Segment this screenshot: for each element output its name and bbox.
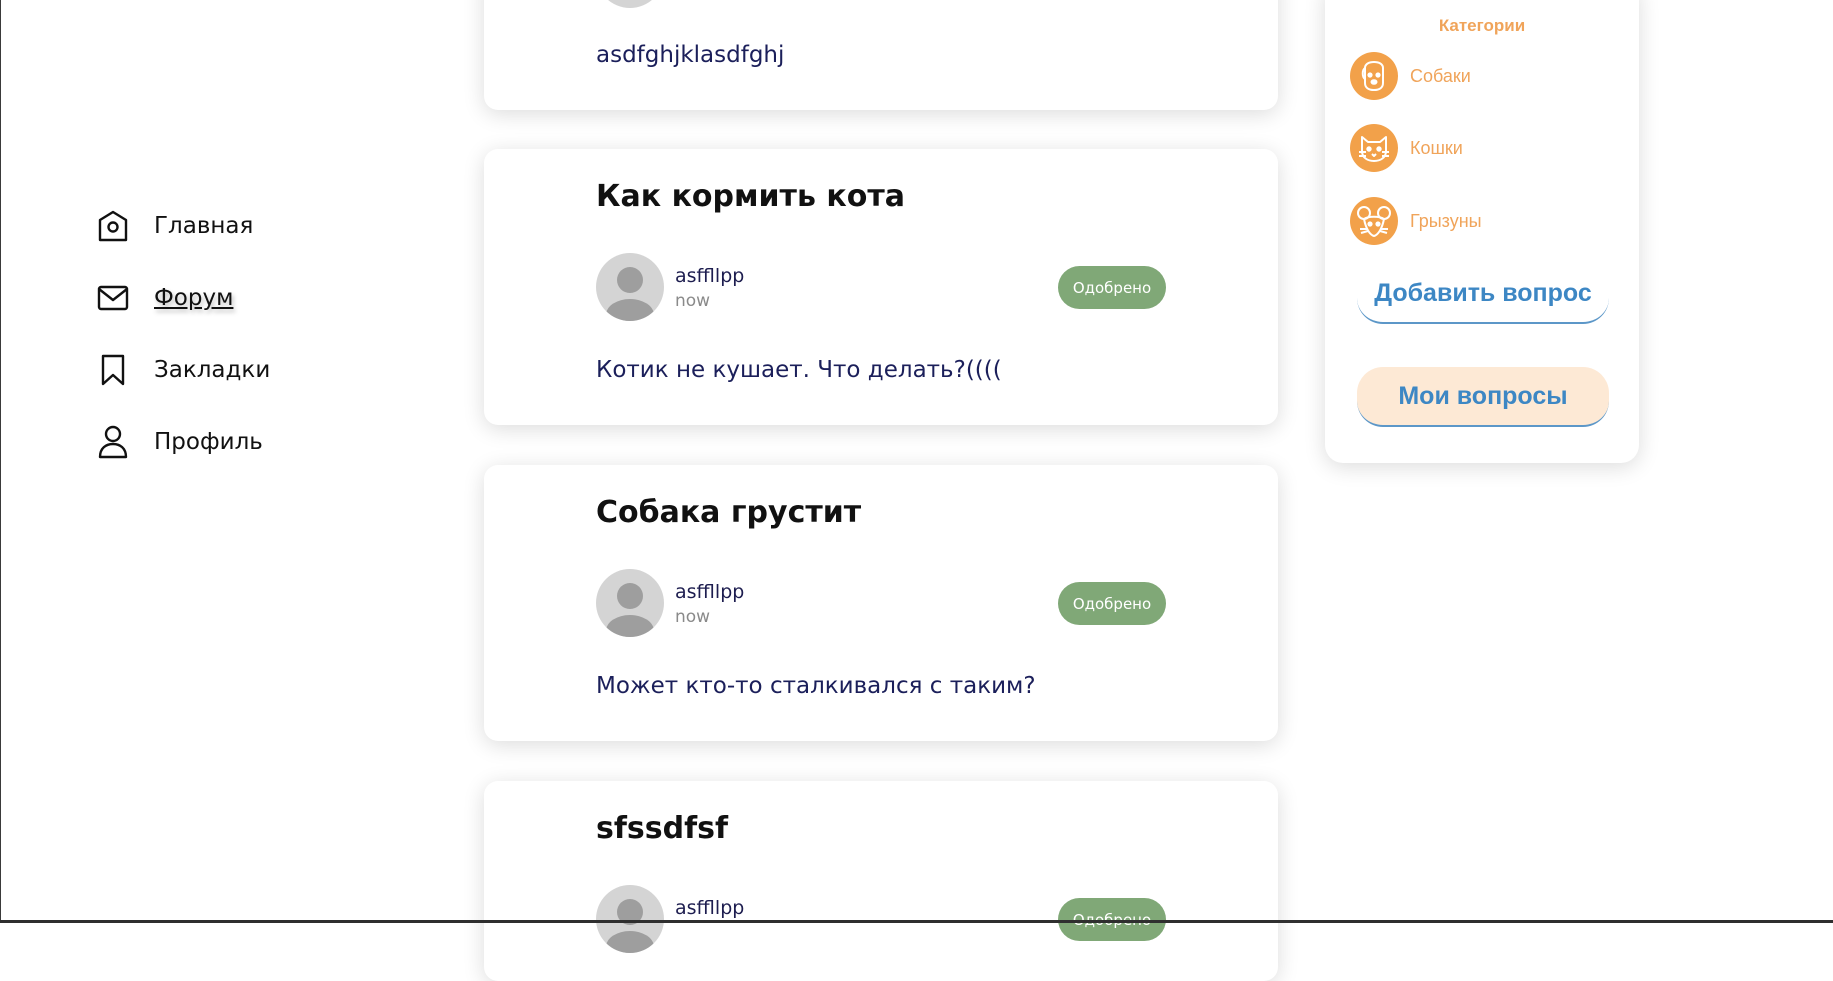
post-title[interactable]: Собака грустит	[596, 495, 861, 530]
category-label: Грызуны	[1410, 210, 1482, 231]
dog-icon	[1350, 52, 1398, 100]
category-cats[interactable]: Кошки	[1350, 124, 1463, 172]
window-left-border	[0, 0, 1, 923]
mail-icon	[96, 281, 130, 315]
post-card[interactable]: sfssdfsf asffllpp Одобрено	[484, 781, 1278, 981]
nav-label-profile: Профиль	[154, 429, 263, 455]
my-questions-button[interactable]: Мои вопросы	[1357, 367, 1609, 427]
post-title[interactable]: sfssdfsf	[596, 811, 728, 846]
post-card[interactable]: asdfghjklasdfghj	[484, 0, 1278, 110]
post-time: now	[675, 607, 711, 627]
post-card[interactable]: Собака грустит asffllpp now Одобрено Мож…	[484, 465, 1278, 741]
mouse-icon	[1350, 197, 1398, 245]
nav-item-profile[interactable]: Профиль	[96, 422, 263, 462]
avatar	[596, 253, 664, 321]
nav-item-bookmarks[interactable]: Закладки	[96, 350, 270, 390]
category-label: Собаки	[1410, 65, 1471, 86]
post-body: Может кто-то сталкивался с таким?	[596, 673, 1036, 699]
user-icon	[96, 425, 130, 459]
post-body: asdfghjklasdfghj	[596, 42, 785, 68]
post-body: Котик не кушает. Что делать?((((	[596, 357, 1002, 383]
status-badge: Одобрено	[1058, 582, 1166, 625]
post-card[interactable]: Как кормить кота asffllpp now Одобрено К…	[484, 149, 1278, 425]
categories-heading: Категории	[1438, 16, 1526, 35]
bookmark-icon	[96, 353, 130, 387]
category-dogs[interactable]: Собаки	[1350, 52, 1471, 100]
nav-item-home[interactable]: Главная	[96, 206, 253, 246]
add-question-button[interactable]: Добавить вопрос	[1357, 264, 1609, 324]
nav-label-home: Главная	[154, 213, 254, 239]
home-icon	[96, 209, 130, 243]
post-time: now	[675, 291, 711, 311]
avatar	[596, 885, 664, 953]
nav-item-forum[interactable]: Форум	[96, 278, 233, 318]
post-author[interactable]: asffllpp	[675, 265, 744, 287]
categories-panel: Категории Собаки Кошки Грызуны Добавить …	[1325, 0, 1639, 463]
category-rodents[interactable]: Грызуны	[1350, 197, 1482, 245]
post-title[interactable]: Как кормить кота	[596, 179, 905, 214]
nav-label-bookmarks: Закладки	[154, 357, 271, 383]
cat-icon	[1350, 124, 1398, 172]
status-badge: Одобрено	[1058, 266, 1166, 309]
post-author[interactable]: asffllpp	[675, 581, 744, 603]
avatar	[596, 569, 664, 637]
category-label: Кошки	[1410, 137, 1463, 158]
nav-label-forum: Форум	[154, 285, 234, 311]
post-author[interactable]: asffllpp	[675, 897, 744, 919]
avatar	[596, 0, 664, 8]
